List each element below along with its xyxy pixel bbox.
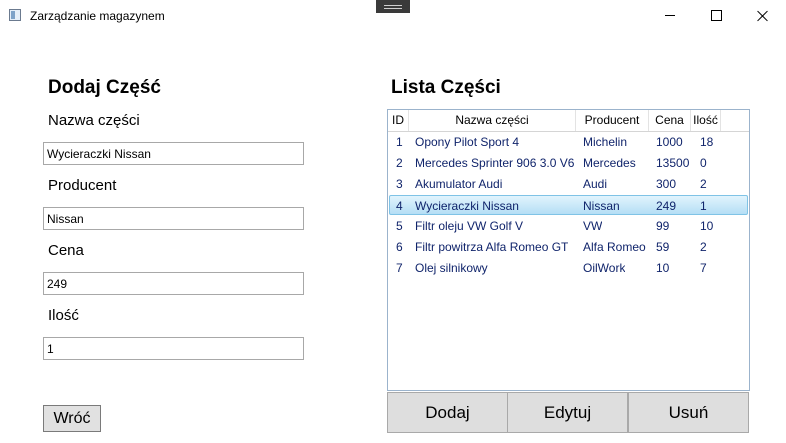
drag-grip-icon[interactable] (376, 0, 410, 13)
close-button[interactable] (740, 0, 786, 31)
minimize-icon (665, 15, 675, 16)
cell-name: Mercedes Sprinter 906 3.0 V6 (415, 156, 575, 170)
cell-qty: 0 (700, 156, 707, 170)
cell-price: 99 (656, 219, 670, 233)
cell-qty: 18 (700, 135, 714, 149)
maximize-icon (710, 10, 722, 21)
parts-list-header: ID Nazwa części Producent Cena Ilość (388, 110, 749, 132)
add-button[interactable]: Dodaj (387, 392, 508, 433)
cell-name: Opony Pilot Sport 4 (415, 135, 520, 149)
table-row[interactable]: 3 Akumulator Audi Audi 300 2 (389, 174, 748, 194)
column-header-producer[interactable]: Producent (576, 110, 649, 131)
cell-qty: 7 (700, 261, 707, 275)
app-window: Zarządzanie magazynem Dodaj Część Nazwa … (0, 0, 786, 443)
cell-name: Olej silnikowy (415, 261, 488, 275)
cell-producer: VW (583, 219, 603, 233)
cell-name: Filtr oleju VW Golf V (415, 219, 524, 233)
table-row[interactable]: 2 Mercedes Sprinter 906 3.0 V6 Mercedes 135… (389, 153, 748, 173)
add-part-heading: Dodaj Część (48, 77, 161, 98)
cell-name: Akumulator Audi (415, 177, 503, 191)
title-bar: Zarządzanie magazynem (0, 0, 786, 31)
cell-qty: 2 (700, 240, 707, 254)
cell-id: 3 (396, 177, 403, 191)
minimize-button[interactable] (647, 0, 693, 31)
maximize-button[interactable] (693, 0, 739, 31)
producer-input[interactable] (43, 207, 304, 230)
column-header-id[interactable]: ID (388, 110, 409, 131)
cell-producer: Audi (583, 177, 608, 191)
column-header-price[interactable]: Cena (649, 110, 691, 131)
quantity-input[interactable] (43, 337, 304, 360)
column-header-name[interactable]: Nazwa części (409, 110, 576, 131)
cell-qty: 10 (700, 219, 714, 233)
cell-producer: Michelin (583, 135, 628, 149)
app-icon (9, 9, 21, 21)
parts-list-heading: Lista Części (391, 77, 501, 98)
cell-name: Wycieraczki Nissan (415, 199, 519, 213)
cell-producer: Nissan (583, 199, 620, 213)
cell-id: 7 (396, 261, 403, 275)
cell-id: 1 (396, 135, 403, 149)
back-button[interactable]: Wróć (43, 405, 101, 432)
cell-id: 6 (396, 240, 403, 254)
cell-id: 2 (396, 156, 403, 170)
table-row[interactable]: 1 Opony Pilot Sport 4 Michelin 1000 18 (389, 132, 748, 152)
cell-price: 13500 (656, 156, 690, 170)
column-header-quantity[interactable]: Ilość (691, 110, 721, 131)
window-title: Zarządzanie magazynem (30, 9, 165, 23)
cell-id: 4 (396, 199, 403, 213)
table-row[interactable]: 4 Wycieraczki Nissan Nissan 249 1 (389, 195, 748, 215)
edit-button[interactable]: Edytuj (507, 392, 628, 433)
part-name-label: Nazwa części (48, 112, 140, 129)
price-input[interactable] (43, 272, 304, 295)
close-icon (757, 10, 769, 22)
cell-producer: OilWork (583, 261, 626, 275)
cell-price: 59 (656, 240, 670, 254)
cell-name: Filtr powitrza Alfa Romeo GT (415, 240, 569, 254)
cell-producer: Mercedes (583, 156, 636, 170)
cell-price: 300 (656, 177, 677, 191)
quantity-label: Ilość (48, 307, 79, 324)
cell-qty: 2 (700, 177, 707, 191)
price-label: Cena (48, 242, 84, 259)
producer-label: Producent (48, 177, 117, 194)
cell-price: 10 (656, 261, 670, 275)
parts-list[interactable]: ID Nazwa części Producent Cena Ilość 1 Op… (387, 109, 750, 391)
table-row[interactable]: 7 Olej silnikowy OilWork 10 7 (389, 258, 748, 278)
cell-id: 5 (396, 219, 403, 233)
cell-price: 1000 (656, 135, 683, 149)
table-row[interactable]: 5 Filtr oleju VW Golf V VW 99 10 (389, 216, 748, 236)
table-row[interactable]: 6 Filtr powitrza Alfa Romeo GT Alfa Romeo 5… (389, 237, 748, 257)
delete-button[interactable]: Usuń (628, 392, 749, 433)
part-name-input[interactable] (43, 142, 304, 165)
cell-producer: Alfa Romeo (583, 240, 646, 254)
cell-qty: 1 (700, 199, 707, 213)
cell-price: 249 (656, 199, 677, 213)
